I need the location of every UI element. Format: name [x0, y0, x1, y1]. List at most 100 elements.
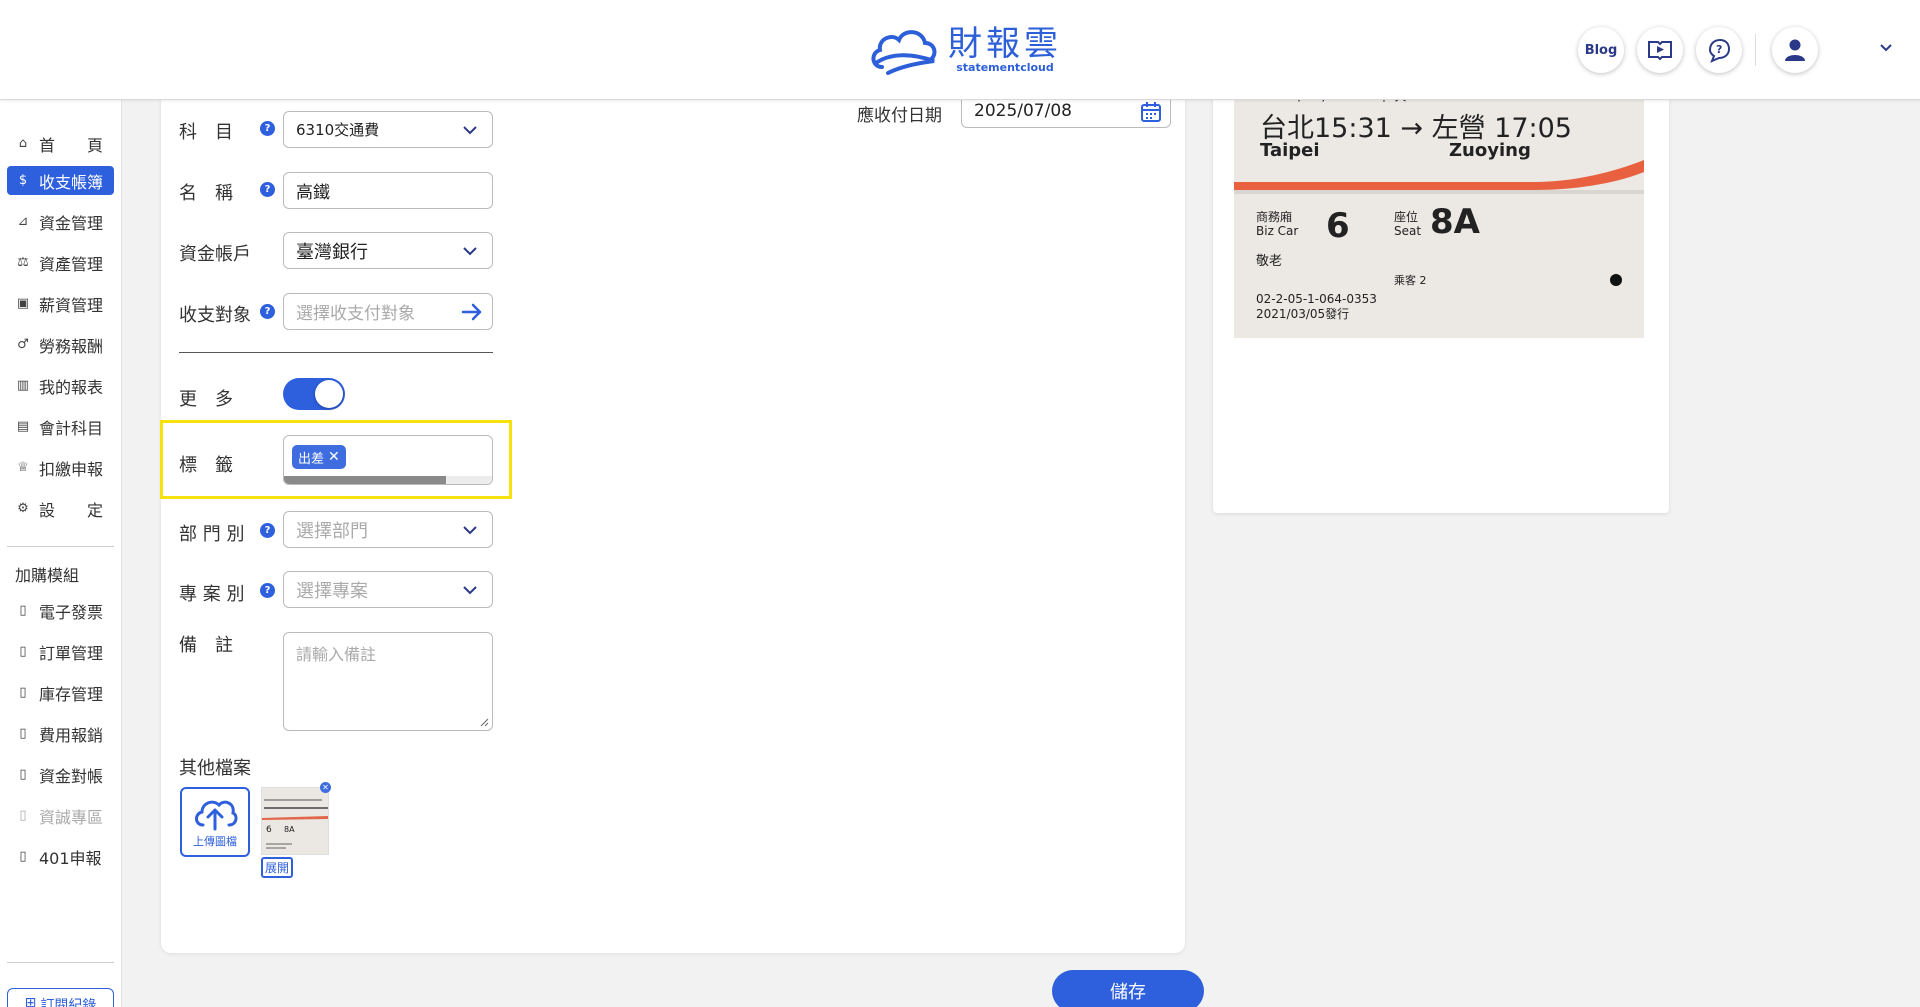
project-select[interactable]: 選擇專案 — [283, 571, 493, 608]
sidebar-item-salary-management[interactable]: ▣ 薪資管理 — [7, 289, 114, 318]
sidebar-item-ledger-book[interactable]: $ 收支帳簿 — [7, 166, 114, 195]
attachment-preview-card: 2021/04/01 車次 Train 141 台北15:31 → 左營 17:… — [1213, 90, 1669, 513]
labor-icon: ♂ — [17, 337, 29, 352]
manual-button[interactable] — [1637, 27, 1683, 73]
note-textarea[interactable]: 請輸入備註 — [283, 632, 493, 731]
sidebar-item-label: 資產管理 — [39, 254, 104, 274]
subject-help-icon[interactable]: ? — [260, 121, 275, 136]
sidebar-item-order-management[interactable]: ▯ 訂單管理 — [7, 637, 114, 666]
calendar-icon[interactable] — [1140, 101, 1162, 123]
tax-icon: ♕ — [17, 460, 29, 475]
counterparty-help-icon[interactable]: ? — [260, 304, 275, 319]
upload-label: 上傳圖檔 — [193, 835, 237, 848]
sidebar-item-my-reports[interactable]: ▥ 我的報表 — [7, 371, 114, 400]
tags-label: 標 籤 — [179, 455, 233, 476]
sidebar-item-e-invoice[interactable]: ▯ 電子發票 — [7, 596, 114, 625]
subscription-record-button[interactable]: ⊞ 訂閱紀錄 — [7, 988, 114, 1007]
ticket-code: 02-2-05-1-064-0353 — [1256, 292, 1377, 306]
module-icon: ▯ — [19, 603, 27, 618]
note-placeholder: 請輸入備註 — [296, 645, 377, 664]
ticket-seat-en: Seat — [1394, 224, 1422, 238]
fund-account-value: 臺灣銀行 — [296, 241, 368, 263]
sidebar-item-expense-reimbursement[interactable]: ▯ 費用報銷 — [7, 719, 114, 748]
logo-title: 財報雲 — [948, 24, 1062, 64]
logo-subtitle: statementcloud — [956, 61, 1054, 74]
sidebar-item-label: 首 頁 — [39, 135, 104, 155]
project-label: 專 案 別 — [179, 584, 245, 605]
chevron-down-icon — [463, 526, 477, 535]
ticket-image: 2021/04/01 車次 Train 141 台北15:31 → 左營 17:… — [1234, 90, 1644, 338]
counterparty-label: 收支對象 — [179, 305, 251, 326]
sidebar-item-inventory-management[interactable]: ▯ 庫存管理 — [7, 678, 114, 707]
chevron-down-icon — [463, 247, 477, 256]
svg-text:?: ? — [1716, 43, 1722, 56]
sidebar-item-401-filing[interactable]: ▯ 401申報 — [7, 842, 114, 871]
sidebar-item-asset-management[interactable]: ⚖ 資產管理 — [7, 248, 114, 277]
module-icon: ▯ — [19, 849, 27, 864]
department-label: 部 門 別 — [179, 524, 245, 545]
save-button[interactable]: 儲存 — [1052, 970, 1204, 1007]
department-placeholder: 選擇部門 — [296, 520, 368, 542]
name-help-icon[interactable]: ? — [260, 182, 275, 197]
more-toggle[interactable] — [283, 378, 345, 410]
top-header: 財報雲 statementcloud Blog ? — [0, 0, 1920, 100]
name-label: 名 稱 — [179, 183, 233, 204]
project-help-icon[interactable]: ? — [260, 583, 275, 598]
subject-select[interactable]: 6310交通費 — [283, 111, 493, 148]
ticket-seat-number: 8A — [1430, 202, 1480, 242]
remove-file-close-icon[interactable]: ✕ — [320, 782, 331, 793]
toggle-knob — [315, 380, 343, 408]
fund-icon: ⊿ — [17, 214, 29, 229]
chevron-down-icon — [463, 586, 477, 595]
sidebar-item-accounting-subjects[interactable]: ▤ 會計科目 — [7, 412, 114, 441]
ticket-car-label: 商務廂 Biz Car — [1256, 210, 1298, 238]
blog-button[interactable]: Blog — [1578, 27, 1624, 73]
user-icon — [1785, 39, 1805, 61]
tags-scrollbar[interactable] — [284, 476, 492, 484]
module-icon: ▯ — [19, 808, 27, 823]
book-play-icon — [1648, 41, 1672, 61]
sidebar-item-withholding-tax[interactable]: ♕ 扣繳申報 — [7, 453, 114, 482]
arrow-right-icon[interactable] — [460, 300, 484, 324]
ticket-fare-type: 敬老 — [1256, 254, 1283, 269]
sidebar-item-label: 401申報 — [39, 848, 102, 868]
scrollbar-thumb[interactable] — [284, 476, 446, 484]
sidebar-item-fund-reconciliation[interactable]: ▯ 資金對帳 — [7, 760, 114, 789]
user-menu-chevron-down-icon[interactable] — [1878, 40, 1894, 60]
tags-input[interactable]: 出差 ✕ — [283, 435, 493, 485]
ticket-issued: 2021/03/05發行 — [1256, 307, 1350, 321]
module-icon: ▯ — [19, 644, 27, 659]
sidebar-item-label: 電子發票 — [39, 602, 104, 622]
settings-icon: ⚙ — [17, 501, 29, 516]
department-help-icon[interactable]: ? — [260, 523, 275, 538]
counterparty-picker[interactable]: 選擇收支付對象 — [283, 293, 493, 330]
sidebar-item-label: 收支帳簿 — [39, 172, 104, 192]
sidebar-item-fund-management[interactable]: ⊿ 資金管理 — [7, 207, 114, 236]
user-avatar-button[interactable] — [1772, 27, 1818, 73]
ticket-seat-label: 座位 Seat — [1394, 210, 1421, 238]
sidebar-item-label: 費用報銷 — [39, 725, 104, 745]
sidebar-item-label: 薪資管理 — [39, 295, 104, 315]
expand-button[interactable]: 展開 — [261, 857, 293, 878]
chat-help-icon: ? — [1708, 38, 1731, 63]
tag-chip[interactable]: 出差 ✕ — [292, 445, 346, 469]
logo[interactable]: 財報雲 statementcloud — [868, 22, 1062, 78]
ticket-thumbnail[interactable]: 6 8A — [261, 787, 329, 855]
name-input[interactable]: 高鐵 — [283, 172, 493, 209]
ticket-car-en: Biz Car — [1256, 224, 1299, 238]
subject-value: 6310交通費 — [296, 121, 380, 139]
sidebar-item-home[interactable]: ⌂ 首 頁 — [7, 129, 114, 158]
sidebar-item-label: 資誠專區 — [39, 807, 104, 827]
resize-grip-icon[interactable] — [479, 717, 489, 727]
sidebar-item-label: 訂單管理 — [39, 643, 104, 663]
department-select[interactable]: 選擇部門 — [283, 511, 493, 548]
module-icon: ▯ — [19, 767, 27, 782]
sidebar-item-labor-compensation[interactable]: ♂ 勞務報酬 — [7, 330, 114, 359]
fund-account-select[interactable]: 臺灣銀行 — [283, 232, 493, 269]
sidebar-item-settings[interactable]: ⚙ 設 定 — [7, 494, 114, 523]
cloud-upload-icon — [195, 800, 238, 831]
upload-image-button[interactable]: 上傳圖檔 — [180, 787, 250, 857]
close-icon[interactable]: ✕ — [328, 449, 340, 465]
support-button[interactable]: ? — [1696, 27, 1742, 73]
chevron-down-icon — [463, 126, 477, 135]
